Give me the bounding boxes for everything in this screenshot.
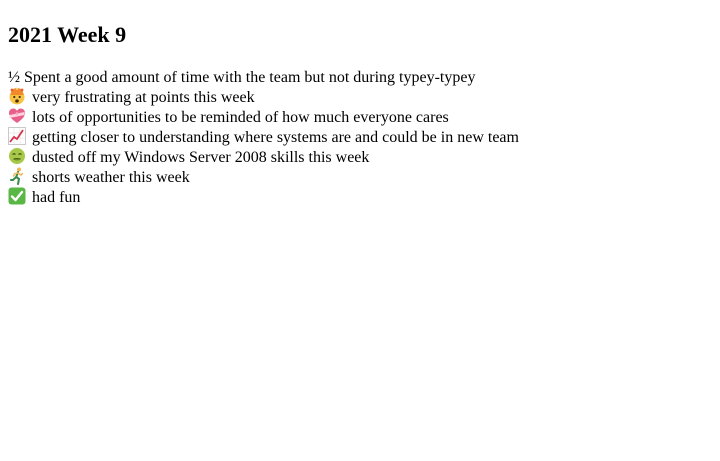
list-item-text: shorts weather this week — [32, 169, 190, 186]
exploding-head-emoji-icon — [8, 87, 26, 105]
heart-with-ribbon-emoji-icon — [8, 107, 26, 125]
list-item-text: had fun — [32, 189, 81, 206]
list-item-text: Spent a good amount of time with the tea… — [24, 69, 476, 86]
list-item-text: dusted off my Windows Server 2008 skills… — [32, 149, 370, 166]
list-item-text: getting closer to understanding where sy… — [32, 129, 519, 146]
weekly-notes-list: ½ Spent a good amount of time with the te… — [8, 68, 712, 207]
list-item: getting closer to understanding where sy… — [8, 127, 712, 147]
list-item: had fun — [8, 187, 712, 207]
list-item: ½ Spent a good amount of time with the te… — [8, 68, 712, 87]
list-item-text: lots of opportunities to be reminded of … — [32, 109, 449, 126]
page: 2021 Week 9 ½ Spent a good amount of time… — [0, 0, 720, 461]
one-half-symbol: ½ — [8, 69, 20, 86]
list-item: lots of opportunities to be reminded of … — [8, 107, 712, 127]
page-title: 2021 Week 9 — [8, 22, 127, 47]
list-item: dusted off my Windows Server 2008 skills… — [8, 147, 712, 167]
check-mark-button-emoji-icon — [8, 187, 26, 205]
person-running-emoji-icon — [8, 167, 26, 185]
list-item: shorts weather this week — [8, 167, 712, 187]
nauseated-face-emoji-icon — [8, 147, 26, 165]
chart-increasing-emoji-icon — [8, 127, 26, 145]
list-item: very frustrating at points this week — [8, 87, 712, 107]
list-item-text: very frustrating at points this week — [32, 89, 255, 106]
